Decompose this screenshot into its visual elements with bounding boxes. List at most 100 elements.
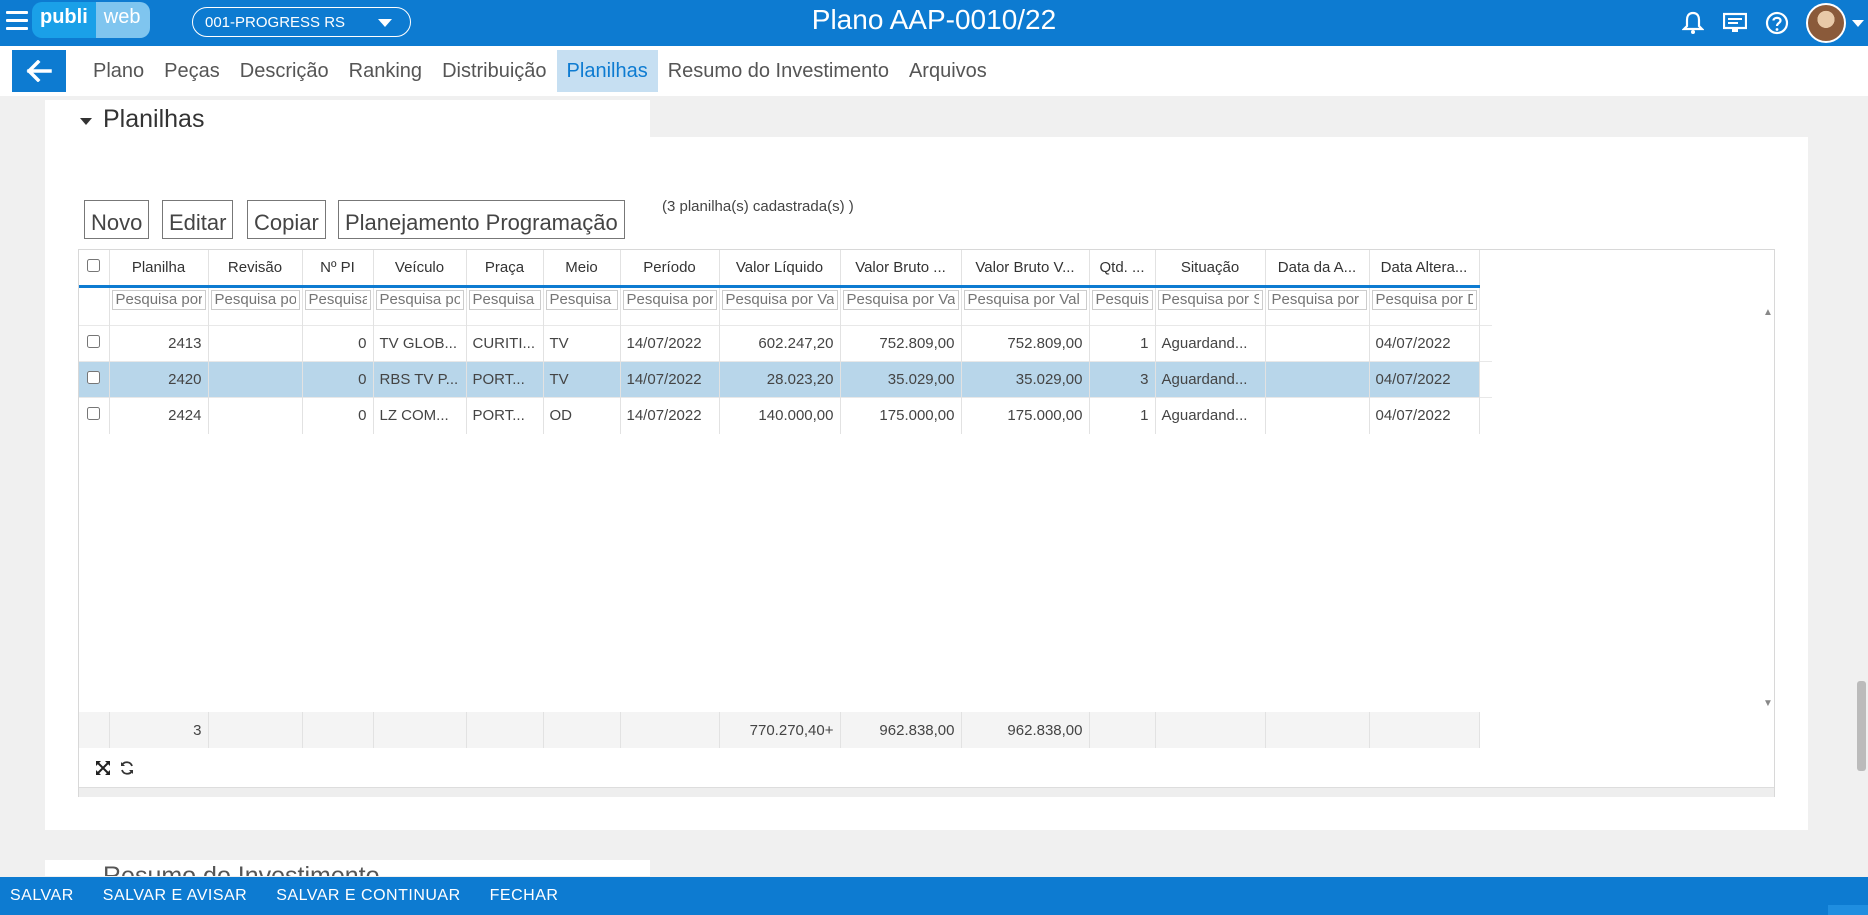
collapse-caret-icon[interactable] xyxy=(80,118,92,125)
column-header[interactable]: Valor Bruto ... xyxy=(840,250,962,288)
column-filter-input[interactable] xyxy=(111,289,206,310)
column-filter-input[interactable] xyxy=(1267,289,1367,310)
column-header[interactable]: Situação xyxy=(1155,250,1266,288)
column-filter-input[interactable] xyxy=(468,289,541,310)
column-filter-input[interactable] xyxy=(304,289,371,310)
agency-select[interactable]: 001-PROGRESS RS xyxy=(192,7,411,37)
filter-cell xyxy=(543,286,621,312)
logo-part2: web xyxy=(95,2,151,38)
column-header[interactable]: Período xyxy=(620,250,720,288)
monitor-icon[interactable] xyxy=(1722,10,1748,36)
table-row[interactable]: 2413 0 TV GLOB... CURITI... TV 14/07/2022 602.… xyxy=(79,325,1492,362)
app-logo[interactable]: publi web xyxy=(32,2,151,38)
user-menu-chevron-icon[interactable] xyxy=(1852,19,1864,27)
grid-resize-handle[interactable] xyxy=(79,787,1774,797)
column-header[interactable]: Meio xyxy=(543,250,621,288)
fechar-button[interactable]: FECHAR xyxy=(490,887,559,905)
expand-icon[interactable] xyxy=(93,758,113,778)
record-count: (3 planilha(s) cadastrada(s) ) xyxy=(662,198,854,215)
column-header[interactable]: Valor Líquido xyxy=(719,250,841,288)
column-header[interactable]: Data da A... xyxy=(1265,250,1370,288)
menu-icon[interactable] xyxy=(6,11,28,31)
cell-planilha: 2420 xyxy=(109,361,209,398)
tab-distribui-o[interactable]: Distribuição xyxy=(432,50,556,92)
corner-button[interactable] xyxy=(1828,905,1868,915)
column-filter-input[interactable] xyxy=(210,289,300,310)
filter-cell xyxy=(208,286,303,312)
salvar-button[interactable]: SALVAR xyxy=(10,887,74,905)
tab-ranking[interactable]: Ranking xyxy=(339,50,432,92)
page-scrollbar-thumb[interactable] xyxy=(1857,681,1866,771)
total-valor-bruto: 962.838,00 xyxy=(840,712,962,748)
tab-resumo-do-investimento[interactable]: Resumo do Investimento xyxy=(658,50,899,92)
column-filter-input[interactable] xyxy=(1157,289,1263,310)
cell-revisao xyxy=(208,361,303,398)
column-filter-input[interactable] xyxy=(721,289,838,310)
refresh-icon[interactable] xyxy=(117,758,137,778)
table-row[interactable]: 2420 0 RBS TV P... PORT... TV 14/07/2022 28.02… xyxy=(79,361,1492,398)
row-checkbox-cell xyxy=(79,361,110,398)
column-header[interactable]: Nº PI xyxy=(302,250,374,288)
tab-plano[interactable]: Plano xyxy=(83,50,154,92)
copiar-button[interactable]: Copiar xyxy=(247,200,326,239)
editar-button[interactable]: Editar xyxy=(162,200,234,239)
row-checkbox[interactable] xyxy=(87,407,101,421)
avatar[interactable] xyxy=(1806,3,1846,43)
column-header[interactable]: Qtd. ... xyxy=(1089,250,1156,288)
cell-valor-liquido: 28.023,20 xyxy=(719,361,841,398)
cell-periodo: 14/07/2022 xyxy=(620,325,720,362)
column-filter-input[interactable] xyxy=(1371,289,1477,310)
row-checkbox[interactable] xyxy=(87,371,101,384)
scroll-up-icon[interactable]: ▲ xyxy=(1763,307,1773,318)
column-filter-input[interactable] xyxy=(375,289,464,310)
tab-planilhas[interactable]: Planilhas xyxy=(556,50,658,92)
scroll-down-icon[interactable]: ▼ xyxy=(1763,698,1773,709)
column-header[interactable]: Revisão xyxy=(208,250,303,288)
column-filter-input[interactable] xyxy=(963,289,1087,310)
cell-situacao: Aguardand... xyxy=(1155,397,1266,434)
back-button[interactable] xyxy=(12,50,66,92)
next-section-card: Resumo do Investimento xyxy=(45,860,650,876)
column-header[interactable]: Valor Bruto V... xyxy=(961,250,1090,288)
cell-praca: PORT... xyxy=(466,397,544,434)
tab-pe-as[interactable]: Peças xyxy=(154,50,230,92)
filter-cell xyxy=(466,286,544,312)
bell-icon[interactable] xyxy=(1680,10,1706,36)
agency-select-value: 001-PROGRESS RS xyxy=(205,14,346,31)
row-checkbox[interactable] xyxy=(87,335,101,348)
cell-valor-bruto: 752.809,00 xyxy=(840,325,962,362)
filter-cell xyxy=(1089,286,1156,312)
column-filter-input[interactable] xyxy=(622,289,717,310)
select-all-checkbox[interactable] xyxy=(87,258,101,272)
grid-empty-area xyxy=(1479,325,1492,362)
salvar-e-continuar-button[interactable]: SALVAR E CONTINUAR xyxy=(276,887,460,905)
column-header[interactable]: Veículo xyxy=(373,250,467,288)
column-header[interactable]: Praça xyxy=(466,250,544,288)
cell-valor-bruto-v: 752.809,00 xyxy=(961,325,1090,362)
salvar-e-avisar-button[interactable]: SALVAR E AVISAR xyxy=(103,887,247,905)
column-header[interactable]: Planilha xyxy=(109,250,209,288)
table-row[interactable]: 2424 0 LZ COM... PORT... OD 14/07/2022 140.000… xyxy=(79,397,1492,434)
row-checkbox-cell xyxy=(79,325,110,362)
help-icon[interactable] xyxy=(1764,10,1790,36)
cell-revisao xyxy=(208,397,303,434)
tab-arquivos[interactable]: Arquivos xyxy=(899,50,997,92)
column-filter-input[interactable] xyxy=(545,289,618,310)
cell-praca: PORT... xyxy=(466,361,544,398)
grid-scrollbar[interactable]: ▲ ▼ xyxy=(1760,307,1774,709)
cell-data-a xyxy=(1265,361,1370,398)
page-scrollbar[interactable] xyxy=(1854,96,1868,876)
cell-planilha: 2424 xyxy=(109,397,209,434)
top-bar: publi web 001-PROGRESS RS Plano AAP-0010… xyxy=(0,0,1868,46)
column-filter-input[interactable] xyxy=(1091,289,1153,310)
total-valor-liquido: 770.270,40+ xyxy=(719,712,841,748)
logo-part1: publi xyxy=(32,2,96,38)
novo-button[interactable]: Novo xyxy=(84,200,150,239)
total-valor-bruto-v: 962.838,00 xyxy=(961,712,1090,748)
column-filter-input[interactable] xyxy=(842,289,959,310)
column-header[interactable]: Data Altera... xyxy=(1369,250,1480,288)
planejamento-programacao-button[interactable]: Planejamento Programação xyxy=(338,200,625,239)
filter-cell xyxy=(719,286,841,312)
tab-descri-o[interactable]: Descrição xyxy=(230,50,339,92)
chevron-down-icon xyxy=(378,19,392,27)
